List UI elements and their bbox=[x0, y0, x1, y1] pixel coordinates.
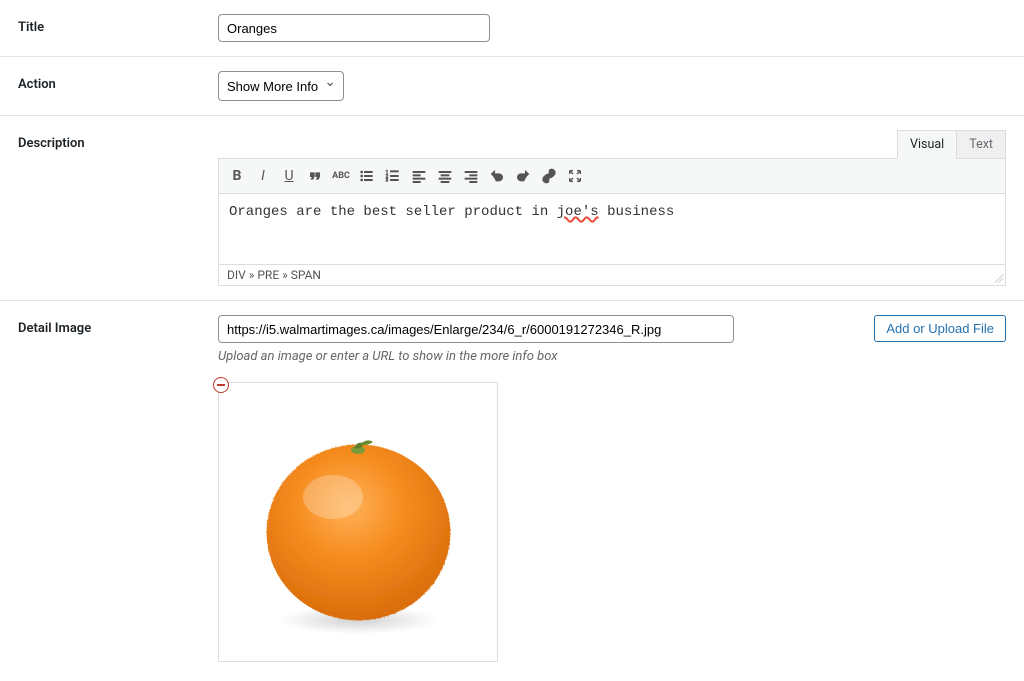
editor-content[interactable]: Oranges are the best seller product in j… bbox=[219, 194, 1005, 264]
editor-text-post: business bbox=[599, 204, 675, 220]
align-left-icon[interactable] bbox=[407, 164, 431, 188]
image-preview bbox=[218, 382, 500, 662]
editor-text-pre: Oranges are the best seller product in bbox=[229, 204, 557, 220]
svg-text:3: 3 bbox=[386, 177, 389, 183]
detail-image-hint: Upload an image or enter a URL to show i… bbox=[218, 349, 854, 364]
editor: B I U ABC 123 Oranges are the best selle… bbox=[218, 158, 1006, 286]
align-right-icon[interactable] bbox=[459, 164, 483, 188]
italic-icon[interactable]: I bbox=[251, 164, 275, 188]
link-icon[interactable] bbox=[537, 164, 561, 188]
detail-image-label: Detail Image bbox=[18, 315, 218, 336]
align-center-icon[interactable] bbox=[433, 164, 457, 188]
underline-icon[interactable]: U bbox=[277, 164, 301, 188]
detail-image-row: Detail Image Upload an image or enter a … bbox=[0, 301, 1024, 676]
editor-text-error: joe's bbox=[557, 204, 599, 220]
title-label: Title bbox=[18, 14, 218, 35]
undo-icon[interactable] bbox=[485, 164, 509, 188]
remove-image-icon[interactable] bbox=[213, 377, 229, 393]
image-thumbnail bbox=[218, 382, 498, 662]
action-select[interactable]: Show More Info bbox=[218, 71, 344, 101]
add-upload-file-button[interactable]: Add or Upload File bbox=[874, 315, 1006, 342]
tab-text[interactable]: Text bbox=[956, 130, 1006, 159]
description-row: Description Visual Text B I U ABC 123 bbox=[0, 116, 1024, 301]
action-row: Action Show More Info bbox=[0, 57, 1024, 116]
redo-icon[interactable] bbox=[511, 164, 535, 188]
fullscreen-icon[interactable] bbox=[563, 164, 587, 188]
action-label: Action bbox=[18, 71, 218, 92]
editor-path: DIV » PRE » SPAN bbox=[219, 264, 1005, 285]
numbered-list-icon[interactable]: 123 bbox=[381, 164, 405, 188]
editor-tabs: Visual Text bbox=[218, 130, 1006, 159]
tab-visual[interactable]: Visual bbox=[897, 130, 957, 159]
title-row: Title bbox=[0, 0, 1024, 57]
bold-icon[interactable]: B bbox=[225, 164, 249, 188]
detail-image-url-input[interactable] bbox=[218, 315, 734, 343]
quote-icon[interactable] bbox=[303, 164, 327, 188]
resize-handle-icon[interactable] bbox=[991, 271, 1003, 283]
description-label: Description bbox=[18, 130, 218, 151]
editor-toolbar: B I U ABC 123 bbox=[219, 159, 1005, 194]
title-input[interactable] bbox=[218, 14, 490, 42]
bullet-list-icon[interactable] bbox=[355, 164, 379, 188]
strikethrough-icon[interactable]: ABC bbox=[329, 164, 353, 188]
